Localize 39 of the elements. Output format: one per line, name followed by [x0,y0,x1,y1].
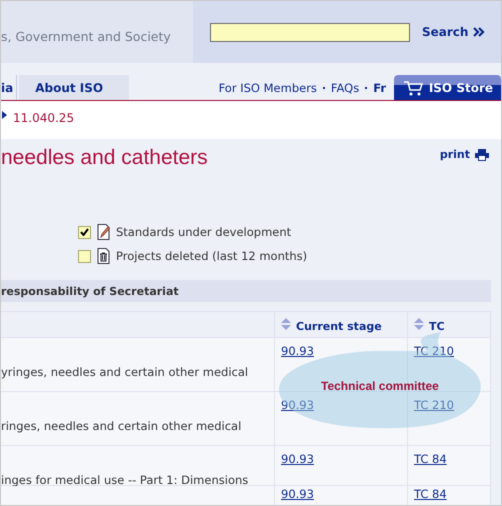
tagline: s, Government and Society [1,28,171,44]
printer-icon [475,148,489,160]
store-tab[interactable]: ISO Store [394,75,501,100]
tc-link[interactable]: TC 84 [414,487,447,501]
standard-title: inges for medical use -- Part 1: Dimensions [1,473,248,487]
search-field[interactable] [210,22,410,42]
filter-label: Standards under development [116,225,292,239]
trash-document-icon [97,248,110,264]
standard-title: yringes, needles and certain other medical [1,365,248,379]
page-title: needles and catheters [1,146,208,170]
double-chevron-icon [473,27,486,37]
nav-link[interactable]: For ISO Members [218,80,317,94]
sort-icon[interactable] [414,318,424,331]
nav-link[interactable]: FAQs [330,80,360,94]
checkbox[interactable] [78,250,91,262]
nav-tab[interactable]: ia [1,75,18,100]
standard-title: ringes, needles and certain other medical [1,419,242,433]
nav-link[interactable]: Fr [373,80,386,94]
column-header[interactable]: TC [429,320,445,333]
cart-icon [404,80,424,96]
column-header[interactable]: Current stage [296,320,382,333]
pencil-document-icon [97,224,110,240]
filter-label: Projects deleted (last 12 months) [116,249,308,263]
tc-link[interactable]: TC 84 [414,452,447,466]
stage-link[interactable]: 90.93 [281,344,314,358]
breadcrumb-link[interactable]: 11.040.25 [13,111,74,125]
print-link[interactable]: print [440,148,489,161]
stage-link[interactable]: 90.93 [281,452,314,466]
chevron-icon [2,111,7,119]
nav-tab[interactable]: About ISO [19,75,130,100]
table-header-cell[interactable]: TC [408,312,491,338]
tc-link[interactable]: TC 210 [414,344,454,358]
checkbox[interactable] [78,226,91,238]
callout-text: Technical committee [321,379,439,393]
sort-icon[interactable] [281,318,291,331]
section-title: responsability of Secretariat [1,284,179,298]
table-header-cell[interactable]: Current stage [275,312,408,338]
search-button[interactable]: Search [422,25,486,39]
stage-link[interactable]: 90.93 [281,487,314,501]
